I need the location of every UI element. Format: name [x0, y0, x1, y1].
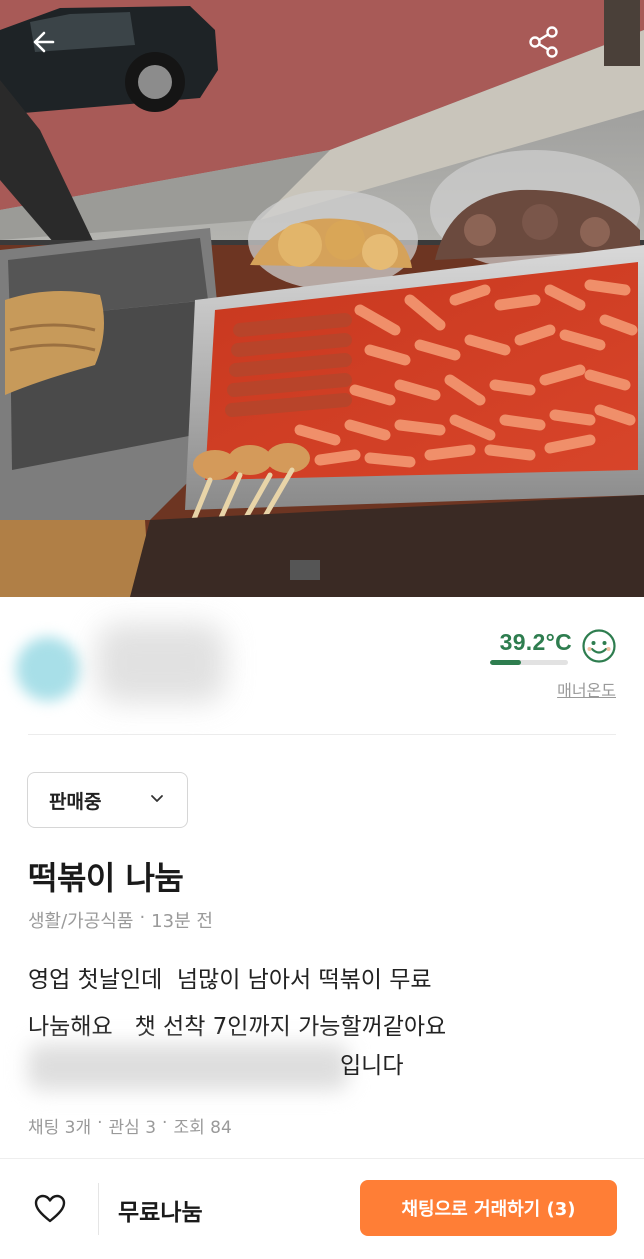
share-icon	[529, 26, 558, 58]
chevron-down-icon	[151, 795, 163, 802]
sale-status-label: 판매중	[49, 790, 102, 813]
bar-divider	[98, 1183, 99, 1235]
post-title: 떡볶이 나눔	[28, 859, 184, 897]
share-button[interactable]	[524, 22, 564, 62]
manner-temperature-link[interactable]: 매너온도	[557, 677, 616, 701]
chat-count: 채팅 3개	[28, 1118, 92, 1138]
smile-face-icon	[582, 629, 616, 663]
product-photo[interactable]	[0, 0, 644, 597]
post-meta: 생활/가공식품 · 13분 전	[28, 907, 213, 933]
profile-divider	[28, 734, 616, 735]
meta-separator: ·	[139, 907, 146, 928]
view-count: 조회 84	[173, 1118, 232, 1138]
back-arrow-icon	[33, 31, 55, 53]
temperature-bar	[490, 660, 568, 665]
description-line: 영업 첫날인데 넘많이 남아서 떡볶이 무료	[28, 967, 432, 993]
seller-profile[interactable]: 39.2°C 매너온도	[0, 597, 644, 734]
category-link[interactable]: 생활/가공식품	[28, 907, 133, 933]
manner-temperature: 39.2°C	[500, 629, 572, 656]
chat-trade-button[interactable]: 채팅으로 거래하기 (3)	[360, 1180, 617, 1236]
interest-count: 관심 3	[108, 1118, 157, 1138]
stats-separator: ·	[97, 1113, 103, 1133]
post-description: 영업 첫날인데 넘많이 남아서 떡볶이 무료 나눔해요 챗 선착 7인까지 가능…	[28, 957, 628, 1051]
like-button[interactable]	[30, 1189, 70, 1229]
tteokbokki-photo	[0, 0, 644, 597]
temperature-bar-fill	[490, 660, 521, 665]
temperature-value: 39.2°C	[499, 629, 572, 655]
seller-name-blurred	[96, 623, 226, 703]
heart-outline-icon	[34, 1194, 66, 1223]
description-tail: 입니다	[340, 1053, 404, 1079]
description-blurred	[28, 1044, 348, 1090]
time-ago: 13분 전	[151, 911, 213, 932]
avatar[interactable]	[16, 637, 80, 701]
post-stats: 채팅 3개 · 관심 3 · 조회 84	[28, 1113, 232, 1138]
stats-separator: ·	[162, 1113, 168, 1133]
price-label: 무료나눔	[118, 1200, 203, 1226]
bottom-action-bar: 무료나눔 채팅으로 거래하기 (3)	[0, 1158, 644, 1259]
sale-status-dropdown[interactable]: 판매중	[27, 772, 188, 828]
back-button[interactable]	[22, 22, 62, 62]
